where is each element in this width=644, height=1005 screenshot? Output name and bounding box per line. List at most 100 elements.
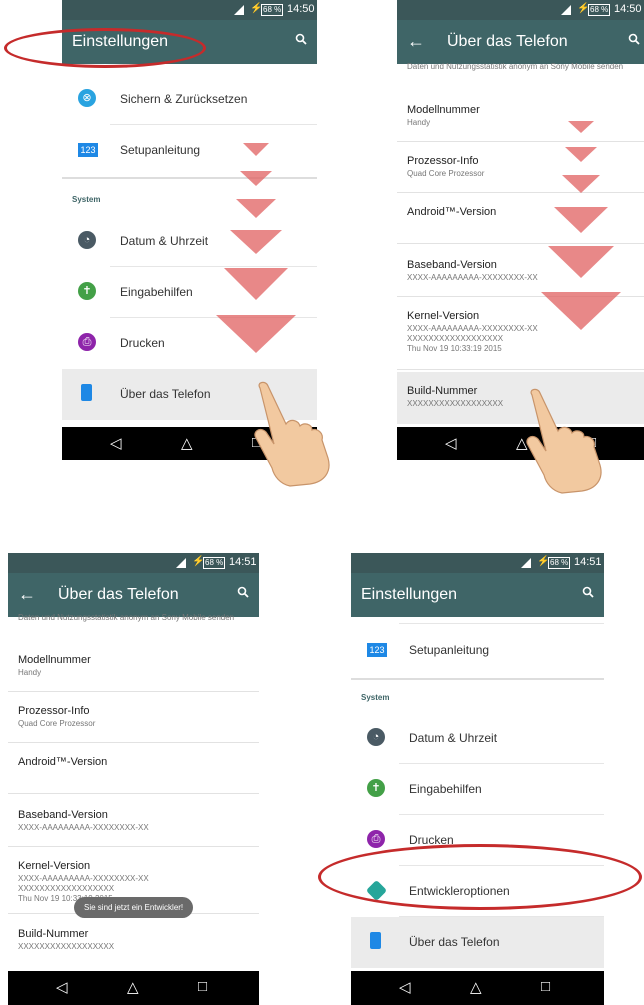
scroll-arrow (562, 175, 600, 193)
scroll-arrow (548, 246, 614, 278)
settings-item-label: Setupanleitung (409, 643, 490, 657)
scroll-arrow (236, 199, 276, 218)
search-icon[interactable] (582, 586, 594, 598)
settings-item-label: Über das Telefon (409, 935, 500, 949)
info-value: XXXX-AAAAAAAAA-XXXXXXXX-XX (18, 874, 149, 883)
info-value: XXXXXXXXXXXXXXXXXX (407, 334, 504, 343)
nav-back-icon[interactable]: ◁ (110, 434, 122, 452)
info-value: XXXXXXXXXXXXXXXXXX (18, 884, 115, 893)
settings-item-label: Über das Telefon (120, 387, 211, 401)
settings-item-accessibility[interactable]: ✝ Eingabehilfen (351, 764, 604, 815)
info-row-model[interactable]: Modellnummer Handy (8, 641, 259, 692)
settings-screen-2: ⚡ 68 % 14:51 Einstellungen 123 Setupanle… (351, 553, 604, 1005)
info-label: Prozessor-Info (407, 155, 479, 167)
toolbar: ← Über das Telefon (397, 20, 644, 64)
clock-icon: ◔ (367, 728, 385, 746)
settings-item-label: Setupanleitung (120, 143, 201, 157)
nav-recent-icon[interactable]: □ (198, 978, 207, 995)
nav-back-icon[interactable]: ◁ (56, 978, 68, 996)
page-title: Über das Telefon (447, 33, 568, 50)
settings-item-about[interactable]: Über das Telefon (351, 917, 604, 968)
info-label: Modellnummer (407, 104, 480, 116)
section-divider (62, 177, 317, 179)
info-value: XXXX-AAAAAAAAA-XXXXXXXX-XX (407, 324, 538, 333)
page-title: Einstellungen (361, 586, 458, 603)
info-value: Quad Core Prozessor (407, 169, 485, 178)
highlight-ellipse (4, 28, 206, 68)
nav-bar: ◁ △ □ (351, 971, 604, 1005)
scroll-arrow (554, 207, 608, 233)
signal-icon (176, 558, 186, 568)
info-value: XXXXXXXXXXXXXXXXXX (18, 942, 115, 951)
scroll-arrow (565, 147, 597, 162)
scroll-arrow (240, 171, 272, 186)
info-label: Prozessor-Info (18, 705, 90, 717)
clock-icon: ◔ (78, 231, 96, 249)
info-value: Handy (18, 668, 42, 677)
accessibility-icon: ✝ (78, 282, 96, 300)
search-icon[interactable] (295, 33, 307, 45)
battery-icon: 68 % (203, 557, 226, 569)
clock: 14:51 (574, 556, 602, 568)
settings-item-label: Drucken (120, 336, 165, 350)
status-bar: ⚡ 68 % 14:51 (8, 553, 259, 573)
settings-item-label: Eingabehilfen (409, 782, 482, 796)
nav-home-icon[interactable]: △ (181, 434, 193, 452)
info-row-model[interactable]: Modellnummer Handy (397, 91, 644, 142)
nav-back-icon[interactable]: ◁ (445, 434, 457, 452)
info-value: Handy (407, 118, 431, 127)
nav-bar: ◁ △ □ (8, 971, 259, 1005)
info-value: XXXXXXXXXXXXXXXXXX (407, 399, 504, 408)
info-label: Kernel-Version (18, 860, 91, 872)
cut-off-text: Daten und Nutzungsstatistik anonym an So… (407, 62, 624, 71)
status-bar: ⚡ 68 % 14:51 (351, 553, 604, 573)
section-divider (351, 678, 604, 680)
scroll-arrow (541, 292, 621, 330)
nav-back-icon[interactable]: ◁ (399, 978, 411, 996)
backup-icon: ⊗ (78, 89, 96, 107)
settings-item-label: Datum & Uhrzeit (409, 731, 498, 745)
setup-icon: 123 (78, 143, 98, 157)
clock: 14:50 (287, 3, 315, 15)
clock: 14:50 (614, 3, 642, 15)
scroll-arrow (230, 230, 282, 254)
info-value: Thu Nov 19 10:33:19 2015 (407, 344, 502, 353)
info-label: Baseband-Version (18, 809, 108, 821)
signal-icon (561, 5, 571, 15)
battery-icon: 68 % (261, 4, 284, 16)
list-divider (399, 623, 604, 624)
settings-item-backup[interactable]: ⊗ Sichern & Zurücksetzen (62, 74, 317, 125)
battery-icon: 68 % (548, 557, 571, 569)
settings-item-label: Datum & Uhrzeit (120, 234, 209, 248)
info-value: XXXX-AAAAAAAAA-XXXXXXXX-XX (407, 273, 538, 282)
info-row-cpu[interactable]: Prozessor-Info Quad Core Prozessor (397, 142, 644, 193)
signal-icon (521, 558, 531, 568)
toolbar: ← Über das Telefon (8, 573, 259, 617)
nav-home-icon[interactable]: △ (127, 978, 139, 996)
phone-icon (370, 932, 381, 949)
back-arrow-icon[interactable]: ← (18, 584, 36, 605)
info-row-baseband[interactable]: Baseband-Version XXXX-AAAAAAAAA-XXXXXXXX… (8, 796, 259, 847)
back-arrow-icon[interactable]: ← (407, 31, 425, 52)
section-header-system: System (361, 693, 390, 702)
info-row-cpu[interactable]: Prozessor-Info Quad Core Prozessor (8, 692, 259, 743)
status-bar: ⚡ 68 % 14:50 (397, 0, 644, 20)
nav-recent-icon[interactable]: □ (541, 978, 550, 995)
settings-item-setup[interactable]: 123 Setupanleitung (351, 625, 604, 676)
info-value: XXXX-AAAAAAAAA-XXXXXXXX-XX (18, 823, 149, 832)
info-row-build[interactable]: Build-Nummer XXXXXXXXXXXXXXXXXX (8, 915, 259, 967)
info-label: Android™-Version (407, 206, 497, 218)
info-value: Quad Core Prozessor (18, 719, 96, 728)
setup-icon: 123 (367, 643, 387, 657)
nav-home-icon[interactable]: △ (470, 978, 482, 996)
search-icon[interactable] (237, 586, 249, 598)
info-label: Kernel-Version (407, 310, 480, 322)
info-row-android[interactable]: Android™-Version (8, 743, 259, 794)
battery-icon: 68 % (588, 4, 611, 16)
search-icon[interactable] (628, 33, 640, 45)
phone-icon (81, 384, 92, 401)
page-title: Über das Telefon (58, 586, 179, 603)
clock: 14:51 (229, 556, 257, 568)
settings-item-setup[interactable]: 123 Setupanleitung (62, 125, 317, 176)
settings-item-date[interactable]: ◔ Datum & Uhrzeit (351, 713, 604, 764)
